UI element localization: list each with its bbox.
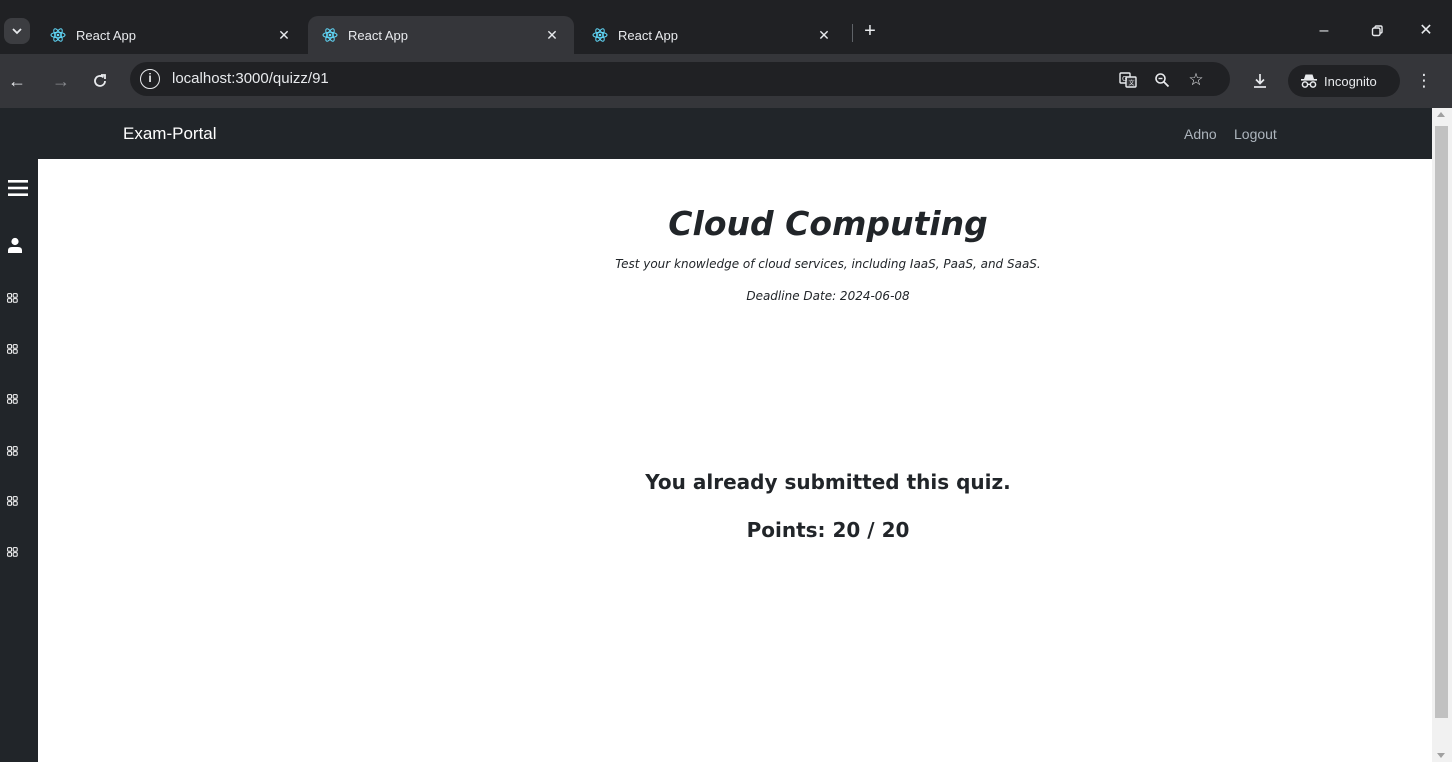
scrollbar-thumb[interactable] (1435, 126, 1448, 718)
submission-status: You already submitted this quiz. (645, 470, 1011, 494)
chevron-down-icon (12, 28, 22, 35)
sidebar (0, 159, 38, 762)
bookmark-star-icon[interactable]: ☆ (1184, 68, 1208, 92)
close-window-button[interactable]: ✕ (1403, 18, 1449, 44)
grid-icon[interactable] (7, 290, 25, 308)
tab-title: React App (618, 27, 678, 43)
tab-title: React App (76, 27, 136, 43)
brand-link[interactable]: Exam-Portal (123, 124, 217, 144)
grid-icon[interactable] (7, 443, 25, 461)
reload-button[interactable] (87, 68, 113, 94)
grid-icon[interactable] (7, 391, 25, 409)
scroll-down-arrow-icon[interactable] (1437, 753, 1445, 758)
translate-icon[interactable]: G文 (1116, 68, 1140, 92)
restore-icon (1371, 25, 1383, 37)
tab-search-button[interactable] (4, 18, 30, 44)
reload-icon (94, 74, 106, 87)
react-logo-icon (592, 28, 608, 42)
download-button[interactable] (1247, 68, 1273, 94)
back-button[interactable]: ← (4, 68, 30, 94)
incognito-icon (1301, 74, 1317, 88)
svg-text:G: G (1122, 75, 1127, 83)
site-info-icon[interactable]: i (140, 69, 160, 89)
address-bar[interactable]: i localhost:3000/quizz/91 G文 ☆ (130, 62, 1230, 96)
scroll-up-arrow-icon[interactable] (1437, 112, 1445, 117)
grid-icon[interactable] (7, 493, 25, 511)
tab-divider (852, 24, 853, 42)
zoom-icon[interactable] (1150, 68, 1174, 92)
browser-toolbar: ← → i localhost:3000/quizz/91 G文 ☆ Incog… (0, 54, 1452, 108)
grid-icon[interactable] (7, 544, 25, 562)
incognito-badge[interactable]: Incognito (1288, 65, 1400, 97)
tab-title: React App (348, 27, 408, 43)
quiz-deadline: Deadline Date: 2024-06-08 (746, 289, 910, 303)
quiz-content: Cloud Computing Test your knowledge of c… (38, 159, 1432, 762)
app-navbar: Exam-Portal Adno Logout (0, 108, 1432, 159)
download-icon (1254, 74, 1266, 88)
logout-link[interactable]: Logout (1234, 126, 1277, 142)
react-logo-icon (322, 28, 338, 42)
close-icon[interactable]: ✕ (542, 27, 562, 44)
close-icon[interactable]: ✕ (814, 27, 834, 44)
menu-icon[interactable] (8, 179, 28, 202)
grid-icon[interactable] (7, 341, 25, 359)
react-logo-icon (50, 28, 66, 42)
quiz-description: Test your knowledge of cloud services, i… (615, 257, 1041, 271)
user-icon[interactable] (8, 237, 26, 258)
page-scrollbar[interactable] (1432, 108, 1452, 762)
browser-tab-3[interactable]: React App ✕ (578, 16, 846, 54)
quiz-points: Points: 20 / 20 (746, 518, 910, 542)
quiz-title: Cloud Computing (668, 204, 988, 243)
tab-strip: React App ✕ React App ✕ React App ✕ + – … (0, 0, 1452, 54)
incognito-label: Incognito (1324, 73, 1377, 89)
browser-menu-button[interactable]: ⋮ (1411, 68, 1437, 94)
forward-button[interactable]: → (48, 68, 74, 94)
user-link[interactable]: Adno (1184, 126, 1217, 142)
close-icon[interactable]: ✕ (274, 27, 294, 44)
minimize-button[interactable]: – (1301, 18, 1347, 44)
new-tab-button[interactable]: + (858, 20, 882, 44)
svg-text:文: 文 (1129, 79, 1135, 87)
url-text: localhost:3000/quizz/91 (172, 70, 329, 87)
browser-tab-1[interactable]: React App ✕ (36, 16, 306, 54)
browser-tab-2[interactable]: React App ✕ (308, 16, 574, 54)
restore-button[interactable] (1354, 18, 1400, 44)
